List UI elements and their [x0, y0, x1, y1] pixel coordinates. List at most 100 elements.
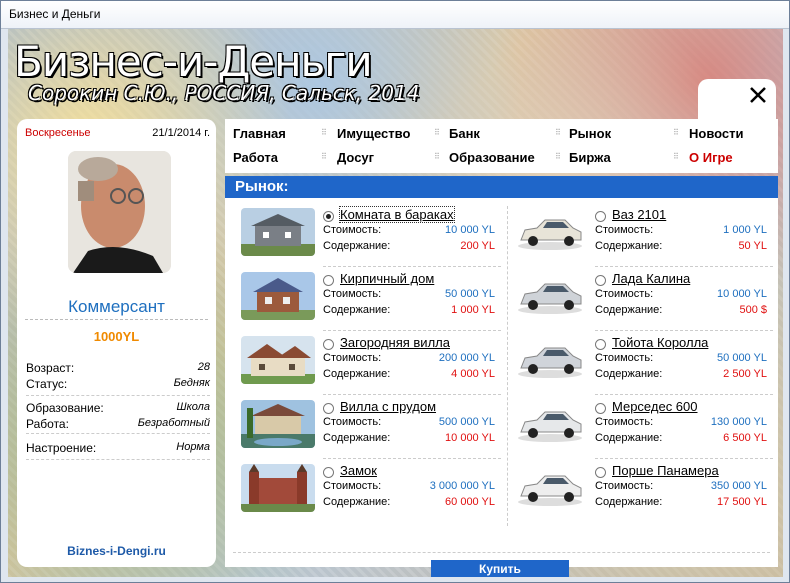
house-image — [241, 464, 315, 512]
nav-education[interactable]: Образование — [449, 150, 535, 165]
upkeep-value: 200 YL — [460, 240, 495, 252]
car-image — [513, 272, 587, 320]
select-radio[interactable] — [323, 467, 334, 478]
select-radio[interactable] — [595, 275, 606, 286]
stat-value: Безработный — [137, 417, 210, 429]
cost-label: Стоимость: — [595, 224, 654, 236]
divider — [25, 319, 208, 320]
upkeep-value: 1 000 YL — [451, 304, 495, 316]
car-item[interactable]: Порше Панамера Стоимость: 350 000 YL Содерж… — [513, 462, 783, 526]
house-item[interactable]: Вилла с прудом Стоимость: 500 000 YL Содерж… — [241, 398, 511, 462]
divider — [323, 458, 501, 459]
item-name[interactable]: Лада Калина — [612, 271, 690, 286]
house-item[interactable]: Комната в бараках Стоимость: 10 000 YL Соде… — [241, 206, 511, 270]
divider — [595, 394, 773, 395]
cost-value: 10 000 YL — [717, 288, 767, 300]
game-date: 21/1/2014 г. — [152, 127, 210, 139]
select-radio[interactable] — [595, 339, 606, 350]
car-image — [513, 464, 587, 512]
title-bar: Бизнес и Деньги — [1, 1, 789, 29]
cost-value: 10 000 YL — [445, 224, 495, 236]
nav-leisure[interactable]: Досуг — [337, 150, 374, 165]
upkeep-value: 6 500 YL — [723, 432, 767, 444]
select-radio[interactable] — [323, 339, 334, 350]
car-item[interactable]: Лада Калина Стоимость: 10 000 YL Содержание… — [513, 270, 783, 334]
upkeep-label: Содержание: — [595, 496, 663, 508]
site-link[interactable]: Biznes-i-Dengi.ru — [17, 544, 216, 558]
main-menu: Главная ⠿ Имущество ⠿ Банк ⠿ Рынок ⠿ Нов… — [225, 119, 778, 173]
cost-label: Стоимость: — [595, 352, 654, 364]
weekday: Воскресенье — [25, 127, 91, 139]
item-name[interactable]: Кирпичный дом — [340, 271, 434, 286]
cost-value: 130 000 YL — [710, 416, 767, 428]
brand-title: Бизнес-и-Деньги — [14, 37, 373, 86]
upkeep-label: Содержание: — [595, 432, 663, 444]
upkeep-value: 500 $ — [739, 304, 767, 316]
divider — [233, 552, 770, 553]
item-name[interactable]: Замок — [340, 463, 377, 478]
market-panel: Рынок: Комната в бараках Стоимость: 10 000… — [225, 176, 778, 577]
select-radio[interactable] — [595, 467, 606, 478]
nav-bank[interactable]: Банк — [449, 126, 480, 141]
stat-age: Возраст: 28 — [26, 361, 210, 377]
upkeep-label: Содержание: — [323, 304, 391, 316]
divider — [323, 394, 501, 395]
close-icon[interactable] — [748, 85, 768, 105]
cost-label: Стоимость: — [595, 288, 654, 300]
divider — [26, 433, 210, 434]
upkeep-label: Содержание: — [323, 496, 391, 508]
item-name[interactable]: Мерседес 600 — [612, 399, 698, 414]
car-image — [513, 336, 587, 384]
buy-button[interactable]: Купить — [431, 560, 569, 577]
select-radio[interactable] — [595, 211, 606, 222]
stat-value: Школа — [176, 401, 210, 413]
cost-value: 3 000 000 YL — [429, 480, 495, 492]
nav-news[interactable]: Новости — [689, 126, 744, 141]
item-name[interactable]: Вилла с прудом — [340, 399, 436, 414]
nav-home[interactable]: Главная — [233, 126, 286, 141]
money-balance: 1000YL — [93, 329, 140, 344]
car-item[interactable]: Тойота Королла Стоимость: 50 000 YL Содержа… — [513, 334, 783, 398]
divider — [323, 330, 501, 331]
rank-title: Коммерсант — [68, 297, 165, 316]
stat-value: Норма — [176, 441, 210, 453]
nav-work[interactable]: Работа — [233, 150, 278, 165]
house-item[interactable]: Кирпичный дом Стоимость: 50 000 YL Содержан… — [241, 270, 511, 334]
house-image — [241, 400, 315, 448]
house-item[interactable]: Загородняя вилла Стоимость: 200 000 YL Соде… — [241, 334, 511, 398]
divider — [595, 330, 773, 331]
stat-value: Бедняк — [173, 377, 210, 389]
house-item[interactable]: Замок Стоимость: 3 000 000 YL Содержание: 60… — [241, 462, 511, 526]
cost-value: 50 000 YL — [445, 288, 495, 300]
upkeep-label: Содержание: — [595, 368, 663, 380]
item-name[interactable]: Ваз 2101 — [612, 207, 666, 222]
upkeep-value: 4 000 YL — [451, 368, 495, 380]
upkeep-value: 2 500 YL — [723, 368, 767, 380]
select-radio[interactable] — [323, 275, 334, 286]
cost-value: 200 000 YL — [438, 352, 495, 364]
grip-icon: ⠿ — [555, 152, 561, 161]
item-name[interactable]: Тойота Королла — [612, 335, 708, 350]
profile-panel: Воскресенье 21/1/2014 г. Коммерсант 1000… — [17, 119, 216, 567]
select-radio[interactable] — [595, 403, 606, 414]
nav-about-game[interactable]: О Игре — [689, 150, 733, 165]
item-name[interactable]: Загородняя вилла — [340, 335, 450, 350]
upkeep-value: 17 500 YL — [717, 496, 767, 508]
nav-property[interactable]: Имущество — [337, 126, 410, 141]
nav-exchange[interactable]: Биржа — [569, 150, 611, 165]
select-radio[interactable] — [323, 211, 334, 222]
divider — [595, 458, 773, 459]
car-item[interactable]: Мерседес 600 Стоимость: 130 000 YL Содержан… — [513, 398, 783, 462]
cost-value: 500 000 YL — [438, 416, 495, 428]
cost-value: 1 000 YL — [723, 224, 767, 236]
cost-label: Стоимость: — [323, 480, 382, 492]
item-name[interactable]: Порше Панамера — [612, 463, 719, 478]
cost-label: Стоимость: — [595, 480, 654, 492]
car-item[interactable]: Ваз 2101 Стоимость: 1 000 YL Содержание: 50 … — [513, 206, 783, 270]
item-name[interactable]: Комната в бараках — [339, 206, 455, 223]
grip-icon: ⠿ — [434, 152, 440, 161]
divider — [26, 395, 210, 396]
select-radio[interactable] — [323, 403, 334, 414]
cost-label: Стоимость: — [323, 224, 382, 236]
nav-market[interactable]: Рынок — [569, 126, 611, 141]
